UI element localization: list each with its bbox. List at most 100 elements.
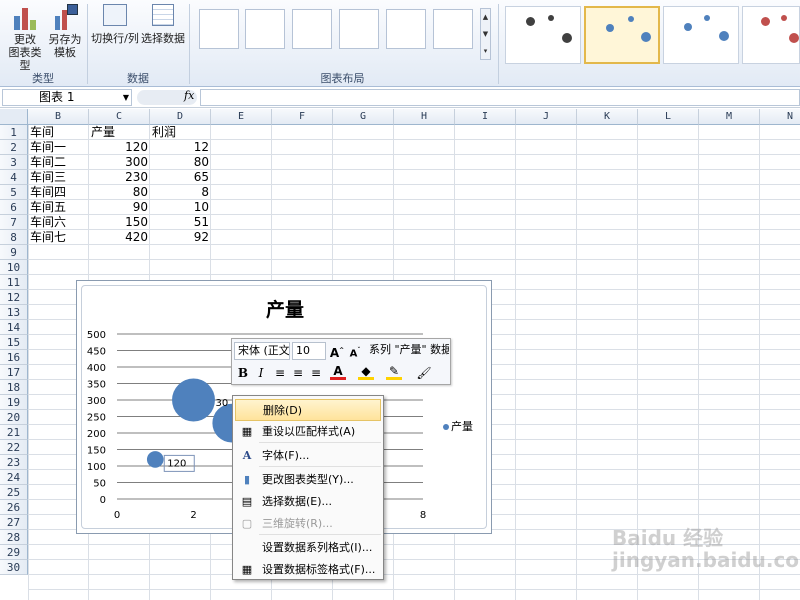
row-header[interactable]: 10 [0,260,28,275]
style-thumb-4[interactable] [742,6,800,64]
column-header[interactable]: K [577,109,638,125]
layout-thumb-2[interactable] [245,9,285,49]
table-cell[interactable]: 92 [152,230,209,245]
table-cell[interactable]: 150 [91,215,148,230]
row-header[interactable]: 1 [0,125,28,140]
menu-item[interactable]: ▦ 重设以匹配样式(A) [235,421,381,443]
bold-icon[interactable]: B [235,364,251,382]
table-cell[interactable]: 车间一 [30,140,87,155]
column-header[interactable]: E [211,109,272,125]
table-cell[interactable]: 8 [152,185,209,200]
format-painter-icon[interactable]: 🖌 [416,364,432,382]
layout-thumb-6[interactable] [433,9,473,49]
fx-icon[interactable]: fx [184,89,194,102]
row-header[interactable]: 18 [0,380,28,395]
table-cell[interactable]: 车间六 [30,215,87,230]
table-cell[interactable]: 车间四 [30,185,87,200]
menu-item[interactable]: A 字体(F)... [235,445,381,467]
layout-thumb-3[interactable] [292,9,332,49]
table-cell[interactable]: 300 [91,155,148,170]
column-header[interactable]: B [28,109,89,125]
menu-item[interactable]: ▮ 更改图表类型(Y)... [235,469,381,491]
row-header[interactable]: 3 [0,155,28,170]
align-center-icon[interactable]: ≡ [290,364,306,382]
column-header[interactable]: M [699,109,760,125]
table-cell[interactable]: 车间二 [30,155,87,170]
table-cell[interactable]: 420 [91,230,148,245]
outline-color-icon[interactable]: ✎ [386,364,402,380]
column-header[interactable]: F [272,109,333,125]
gallery-scroll[interactable]: ▲ ▼ ▾ [480,8,491,60]
style-thumb-3[interactable] [663,6,739,64]
row-header[interactable]: 7 [0,215,28,230]
table-cell[interactable]: 120 [91,140,148,155]
legend[interactable]: 产量 [443,418,473,434]
row-header[interactable]: 14 [0,320,28,335]
table-cell[interactable]: 80 [91,185,148,200]
row-header[interactable]: 19 [0,395,28,410]
row-header[interactable]: 12 [0,290,28,305]
table-cell[interactable]: 产量 [91,125,148,140]
column-header[interactable]: H [394,109,455,125]
row-header[interactable]: 4 [0,170,28,185]
name-box[interactable]: 图表 1 ▼ [2,89,132,106]
grow-font-icon[interactable]: A^ [329,342,345,360]
column-header[interactable]: L [638,109,699,125]
column-header[interactable]: J [516,109,577,125]
row-header[interactable]: 15 [0,335,28,350]
row-header[interactable]: 8 [0,230,28,245]
row-header[interactable]: 2 [0,140,28,155]
align-right-icon[interactable]: ≡ [308,364,324,382]
row-header[interactable]: 21 [0,425,28,440]
style-thumb-2[interactable] [584,6,660,64]
table-cell[interactable]: 90 [91,200,148,215]
row-header[interactable]: 17 [0,365,28,380]
row-header[interactable]: 9 [0,245,28,260]
select-data-button[interactable]: 选择数据 [140,4,186,45]
table-cell[interactable]: 车间五 [30,200,87,215]
row-header[interactable]: 27 [0,515,28,530]
font-name-select[interactable]: 宋体 (正文 [234,342,290,360]
row-header[interactable]: 25 [0,485,28,500]
table-cell[interactable]: 车间三 [30,170,87,185]
menu-item[interactable]: ▤ 选择数据(E)... [235,491,381,513]
table-cell[interactable]: 车间 [30,125,87,140]
change-chart-type-button[interactable]: 更改 图表类型 [4,4,46,72]
table-cell[interactable]: 车间七 [30,230,87,245]
row-header[interactable]: 11 [0,275,28,290]
row-header[interactable]: 29 [0,545,28,560]
table-cell[interactable]: 65 [152,170,209,185]
table-cell[interactable]: 230 [91,170,148,185]
table-cell[interactable]: 利润 [152,125,209,140]
style-thumb-1[interactable] [505,6,581,64]
column-header[interactable]: C [89,109,150,125]
row-header[interactable]: 16 [0,350,28,365]
row-header[interactable]: 24 [0,470,28,485]
row-header[interactable]: 26 [0,500,28,515]
layout-thumb-5[interactable] [386,9,426,49]
table-cell[interactable]: 80 [152,155,209,170]
italic-icon[interactable]: I [253,364,269,382]
row-header[interactable]: 20 [0,410,28,425]
menu-item[interactable]: 删除(D) [235,399,381,421]
align-left-icon[interactable]: ≡ [272,364,288,382]
chevron-down-icon[interactable]: ▼ [123,90,129,105]
row-header[interactable]: 5 [0,185,28,200]
menu-item[interactable]: ▦ 设置数据标签格式(F)... [235,559,381,581]
formula-input[interactable] [200,89,800,106]
font-color-icon[interactable]: A [330,364,346,380]
row-header[interactable]: 23 [0,455,28,470]
menu-item[interactable]: 设置数据系列格式(I)... [235,537,381,559]
column-header[interactable]: N [760,109,800,125]
row-header[interactable]: 30 [0,560,28,575]
column-header[interactable]: D [150,109,211,125]
row-header[interactable]: 28 [0,530,28,545]
row-header[interactable]: 6 [0,200,28,215]
switch-row-column-button[interactable]: 切换行/列 [91,4,139,45]
table-cell[interactable]: 51 [152,215,209,230]
column-header[interactable]: G [333,109,394,125]
font-size-select[interactable]: 10 [292,342,326,360]
menu-item[interactable]: ▢ 三维旋转(R)... [235,513,381,535]
layout-thumb-1[interactable] [199,9,239,49]
row-header[interactable]: 13 [0,305,28,320]
